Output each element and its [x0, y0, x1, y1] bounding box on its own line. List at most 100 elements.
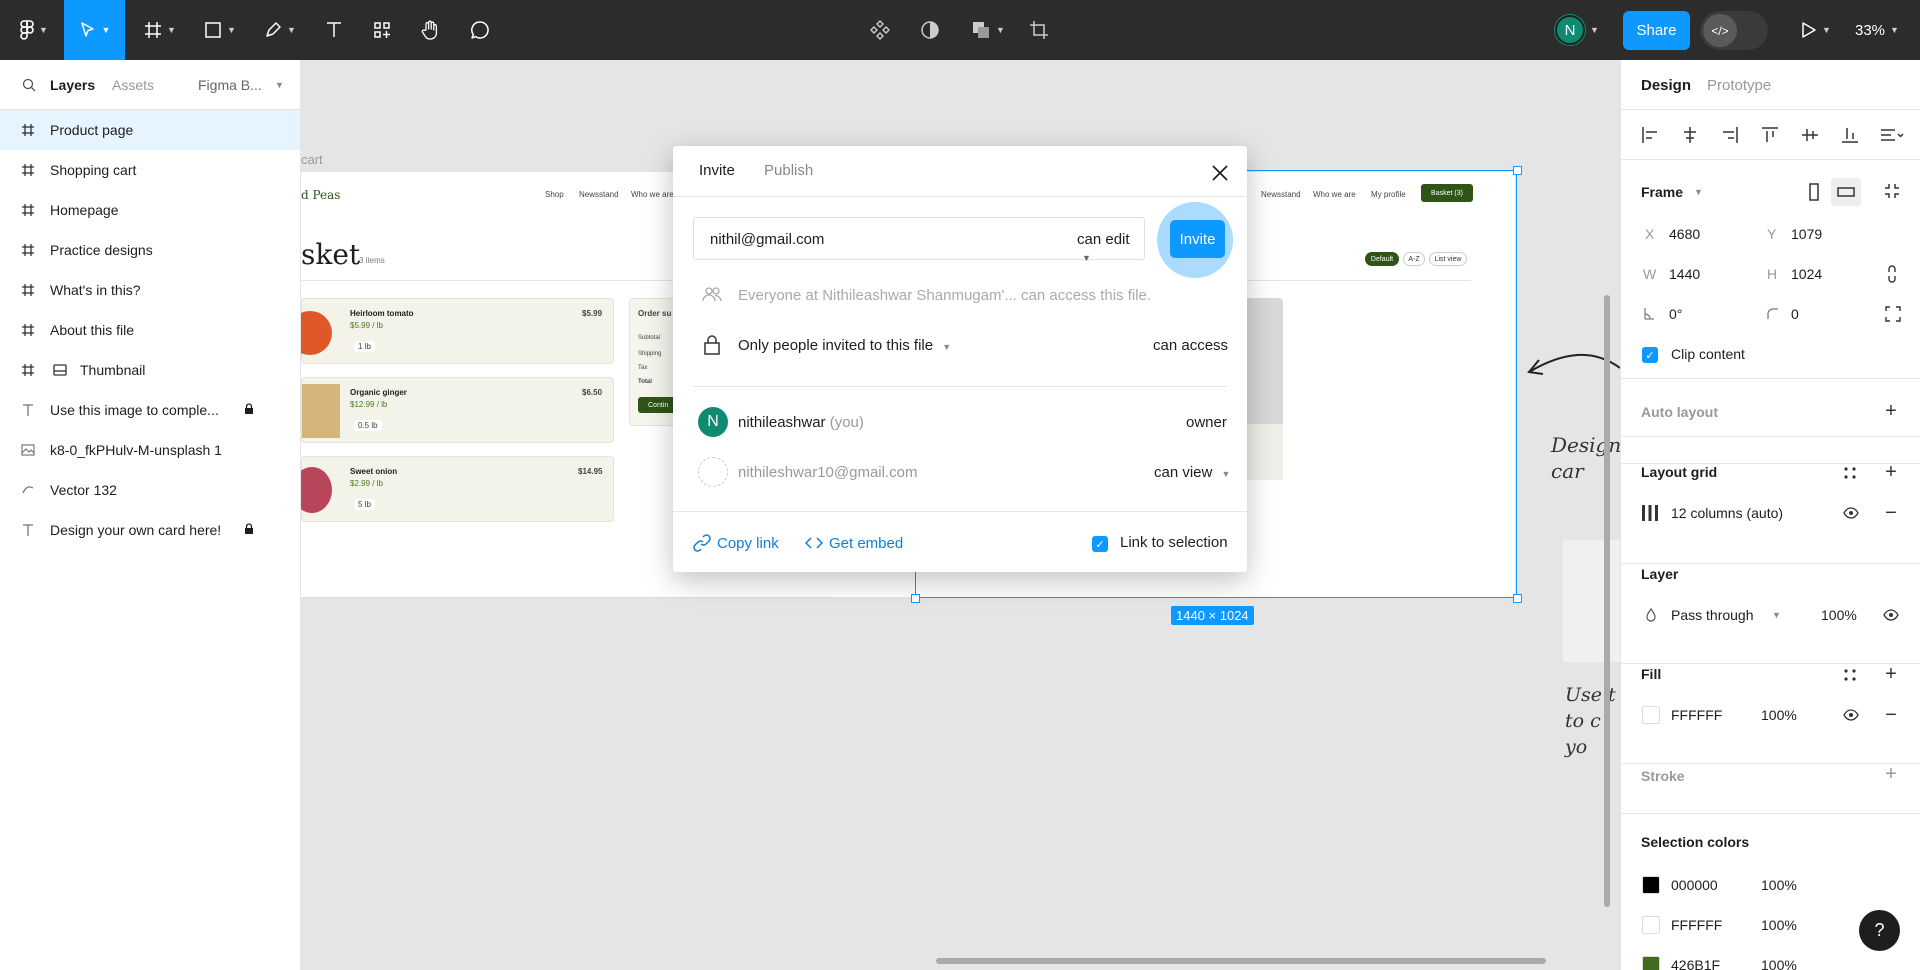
layer-item[interactable]: About this file — [0, 310, 300, 350]
comment-tool-button[interactable] — [464, 0, 496, 60]
shape-tool-button[interactable]: ▼ — [198, 0, 242, 60]
color-opacity[interactable]: 100% — [1761, 877, 1797, 893]
frame-type-select[interactable]: Frame — [1641, 184, 1683, 200]
boolean-ops-button[interactable]: ▼ — [968, 0, 1008, 60]
create-component-button[interactable] — [868, 0, 892, 60]
fill-hex-input[interactable]: FFFFFF — [1671, 707, 1722, 723]
clip-content-checkbox[interactable]: ✓ — [1642, 347, 1658, 363]
pen-tool-button[interactable]: ▼ — [258, 0, 302, 60]
zoom-menu[interactable]: 33% ▼ — [1855, 0, 1899, 60]
access-scope-select[interactable]: Only people invited to this file ▼ — [738, 337, 951, 354]
crop-button[interactable] — [1027, 0, 1051, 60]
layer-item[interactable]: Design your own card here! — [0, 510, 300, 550]
layer-item[interactable]: Shopping cart — [0, 150, 300, 190]
invite-button[interactable]: Invite — [1170, 220, 1225, 258]
tab-prototype[interactable]: Prototype — [1707, 77, 1771, 94]
frame-label[interactable]: cart — [301, 152, 323, 167]
main-menu-button[interactable]: ▼ — [14, 0, 54, 60]
horizontal-scrollbar[interactable] — [936, 958, 1546, 964]
independent-corners-icon[interactable] — [1885, 306, 1901, 322]
color-hex[interactable]: 000000 — [1671, 877, 1718, 893]
email-input[interactable]: nithil@gmail.com can edit ▼ — [693, 217, 1145, 263]
layer-opacity-input[interactable]: 100% — [1821, 607, 1857, 623]
layer-item[interactable]: Vector 132 — [0, 470, 300, 510]
add-grid-icon[interactable]: + — [1881, 461, 1901, 483]
user-avatar-menu[interactable]: N ▼ — [1552, 0, 1602, 60]
align-top-icon[interactable] — [1761, 126, 1779, 144]
x-input[interactable]: 4680 — [1669, 226, 1700, 242]
constrain-proportions-icon[interactable] — [1885, 264, 1899, 284]
lock-icon[interactable] — [244, 402, 254, 418]
page-selector[interactable]: Figma B... — [198, 77, 262, 93]
fill-swatch[interactable] — [1642, 706, 1660, 724]
add-fill-icon[interactable]: + — [1881, 663, 1901, 685]
remove-grid-icon[interactable]: − — [1881, 502, 1901, 524]
help-button[interactable]: ? — [1859, 910, 1900, 951]
get-embed-button[interactable]: Get embed — [805, 534, 903, 552]
tab-publish[interactable]: Publish — [764, 162, 813, 179]
vertical-scrollbar[interactable] — [1604, 295, 1610, 907]
y-input[interactable]: 1079 — [1791, 226, 1822, 242]
align-center-h-icon[interactable] — [1681, 126, 1699, 144]
resize-to-fit-icon[interactable] — [1883, 182, 1901, 200]
card-image-thumb[interactable] — [1563, 540, 1620, 662]
resize-handle[interactable] — [911, 594, 920, 603]
layer-item[interactable]: k8-0_fkPHulv-M-unsplash 1 — [0, 430, 300, 470]
portrait-icon[interactable] — [1807, 182, 1821, 202]
tab-layers[interactable]: Layers — [50, 77, 95, 93]
w-input[interactable]: 1440 — [1669, 266, 1700, 282]
eye-icon[interactable] — [1843, 709, 1859, 721]
tab-invite[interactable]: Invite — [699, 162, 735, 179]
color-swatch[interactable] — [1642, 956, 1660, 970]
color-opacity[interactable]: 100% — [1761, 917, 1797, 933]
resize-handle[interactable] — [1513, 166, 1522, 175]
add-stroke-icon[interactable]: + — [1881, 763, 1901, 785]
eye-icon[interactable] — [1883, 609, 1899, 621]
align-right-icon[interactable] — [1721, 126, 1739, 144]
color-hex[interactable]: FFFFFF — [1671, 917, 1722, 933]
blend-mode-select[interactable]: Pass through — [1671, 607, 1754, 623]
layer-item[interactable]: What's in this? — [0, 270, 300, 310]
mask-button[interactable] — [918, 0, 942, 60]
color-hex[interactable]: 426B1F — [1671, 957, 1720, 970]
color-swatch[interactable] — [1642, 876, 1660, 894]
present-button[interactable]: ▼ — [1796, 0, 1836, 60]
invitee-permission-select[interactable]: can view ▼ — [1154, 464, 1230, 481]
move-tool-button[interactable]: ▼ — [64, 0, 125, 60]
distribute-icon[interactable] — [1879, 126, 1905, 144]
tab-design[interactable]: Design — [1641, 77, 1691, 94]
layer-item[interactable]: Practice designs — [0, 230, 300, 270]
layer-item[interactable]: Use this image to comple... — [0, 390, 300, 430]
add-auto-layout-icon[interactable]: + — [1881, 400, 1901, 422]
invite-permission-select[interactable]: can edit ▼ — [1077, 231, 1144, 265]
eye-icon[interactable] — [1843, 507, 1859, 519]
color-opacity[interactable]: 100% — [1761, 957, 1797, 970]
close-icon[interactable] — [1209, 162, 1231, 184]
layer-item[interactable]: Homepage — [0, 190, 300, 230]
link-to-selection-checkbox[interactable]: ✓ — [1092, 536, 1108, 552]
layout-grid-value[interactable]: 12 columns (auto) — [1671, 505, 1783, 521]
columns-grid-icon[interactable] — [1641, 504, 1659, 522]
h-input[interactable]: 1024 — [1791, 266, 1822, 282]
search-icon[interactable] — [22, 78, 36, 92]
align-middle-icon[interactable] — [1801, 126, 1819, 144]
landscape-toggle[interactable] — [1831, 178, 1861, 206]
fill-styles-icon[interactable] — [1843, 668, 1857, 682]
lock-icon[interactable] — [244, 522, 254, 538]
resources-button[interactable] — [366, 0, 398, 60]
resize-handle[interactable] — [1513, 594, 1522, 603]
layer-item[interactable]: Product page — [0, 110, 300, 150]
dev-mode-toggle[interactable]: </> — [1700, 11, 1768, 50]
rotation-input[interactable]: 0° — [1669, 306, 1682, 322]
fill-opacity-input[interactable]: 100% — [1761, 707, 1797, 723]
color-swatch[interactable] — [1642, 916, 1660, 934]
remove-fill-icon[interactable]: − — [1881, 704, 1901, 726]
copy-link-button[interactable]: Copy link — [693, 534, 779, 552]
share-button[interactable]: Share — [1623, 11, 1690, 50]
tab-assets[interactable]: Assets — [112, 77, 154, 93]
align-bottom-icon[interactable] — [1841, 126, 1859, 144]
hand-tool-button[interactable] — [414, 0, 446, 60]
grid-styles-icon[interactable] — [1843, 466, 1857, 480]
frame-tool-button[interactable]: ▼ — [138, 0, 182, 60]
radius-input[interactable]: 0 — [1791, 306, 1799, 322]
